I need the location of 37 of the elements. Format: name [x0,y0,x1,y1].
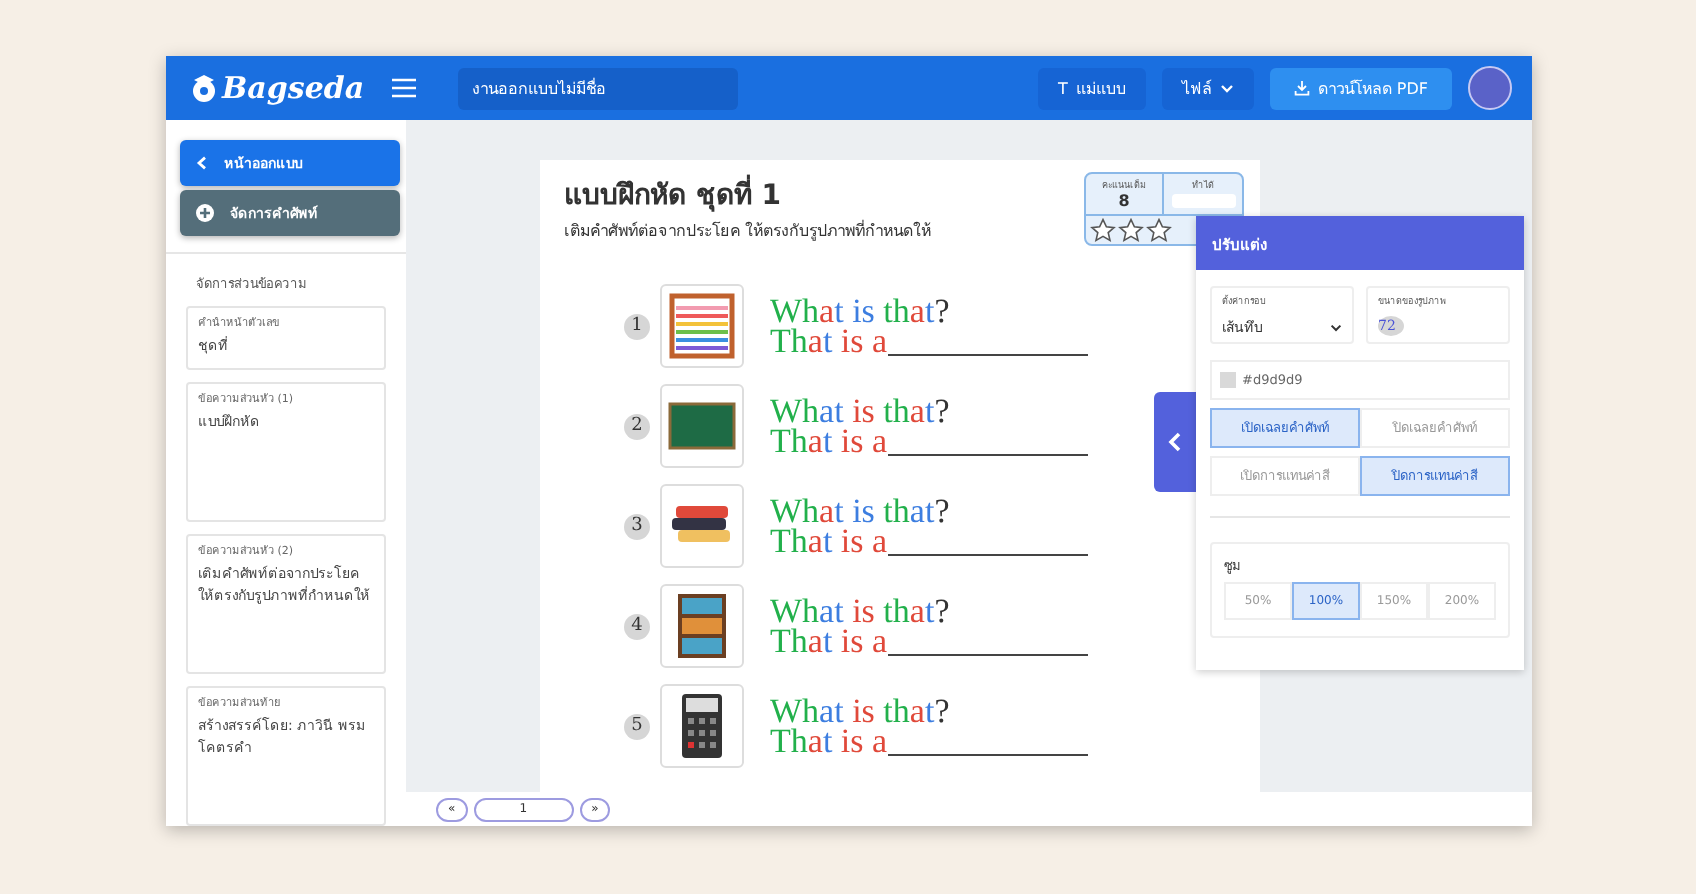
answer-text: That is a [770,326,888,356]
back-icon [196,156,208,170]
caret-icon [1330,323,1342,331]
answer-text: That is a [770,626,888,656]
question-text: What is that? [770,496,952,526]
menu-button[interactable]: ไฟล์ [1161,67,1254,109]
logo-text: Bagseda [222,70,365,106]
question-text: What is that? [770,696,952,726]
question-text: What is that? [770,296,952,326]
answer-text: That is a [770,526,888,556]
star-icon [1146,218,1172,242]
question-text: What is that? [770,596,952,626]
score-field[interactable] [1171,194,1235,208]
template-button[interactable]: T แม่แบบ [1037,67,1146,109]
caret-icon [1219,83,1234,93]
logo-icon [190,74,218,102]
star-icon [1118,218,1144,242]
answer-text: That is a [770,426,888,456]
download-icon [1293,80,1310,96]
title-field[interactable]: งานออกแบบไม่มีชื่อ [458,67,738,109]
item-number: 5 [624,713,650,739]
item-number: 4 [624,613,650,639]
worksheet-instruction: เติมคำศัพท์ต่อจากประโยค ให้ตรงกับรูปภาพที่กำหนดให้ [564,218,932,244]
question-text: What is that? [770,396,952,426]
answer-text: That is a [770,726,888,756]
item-number: 2 [624,413,650,439]
chevron-icon [1168,432,1182,452]
score-value: 8 [1118,192,1130,210]
add-icon [196,204,214,222]
item-number: 3 [624,513,650,539]
worksheet-title: แบบฝึกหัด ชุดที่ 1 [564,172,932,216]
download-button[interactable]: ดาวน์โหลด PDF [1269,67,1452,109]
menu-button[interactable] [390,76,418,100]
star-icon [1090,218,1116,242]
collapse-panel-button[interactable] [1154,392,1196,492]
item-number: 1 [624,313,650,339]
avatar[interactable] [1468,66,1512,110]
